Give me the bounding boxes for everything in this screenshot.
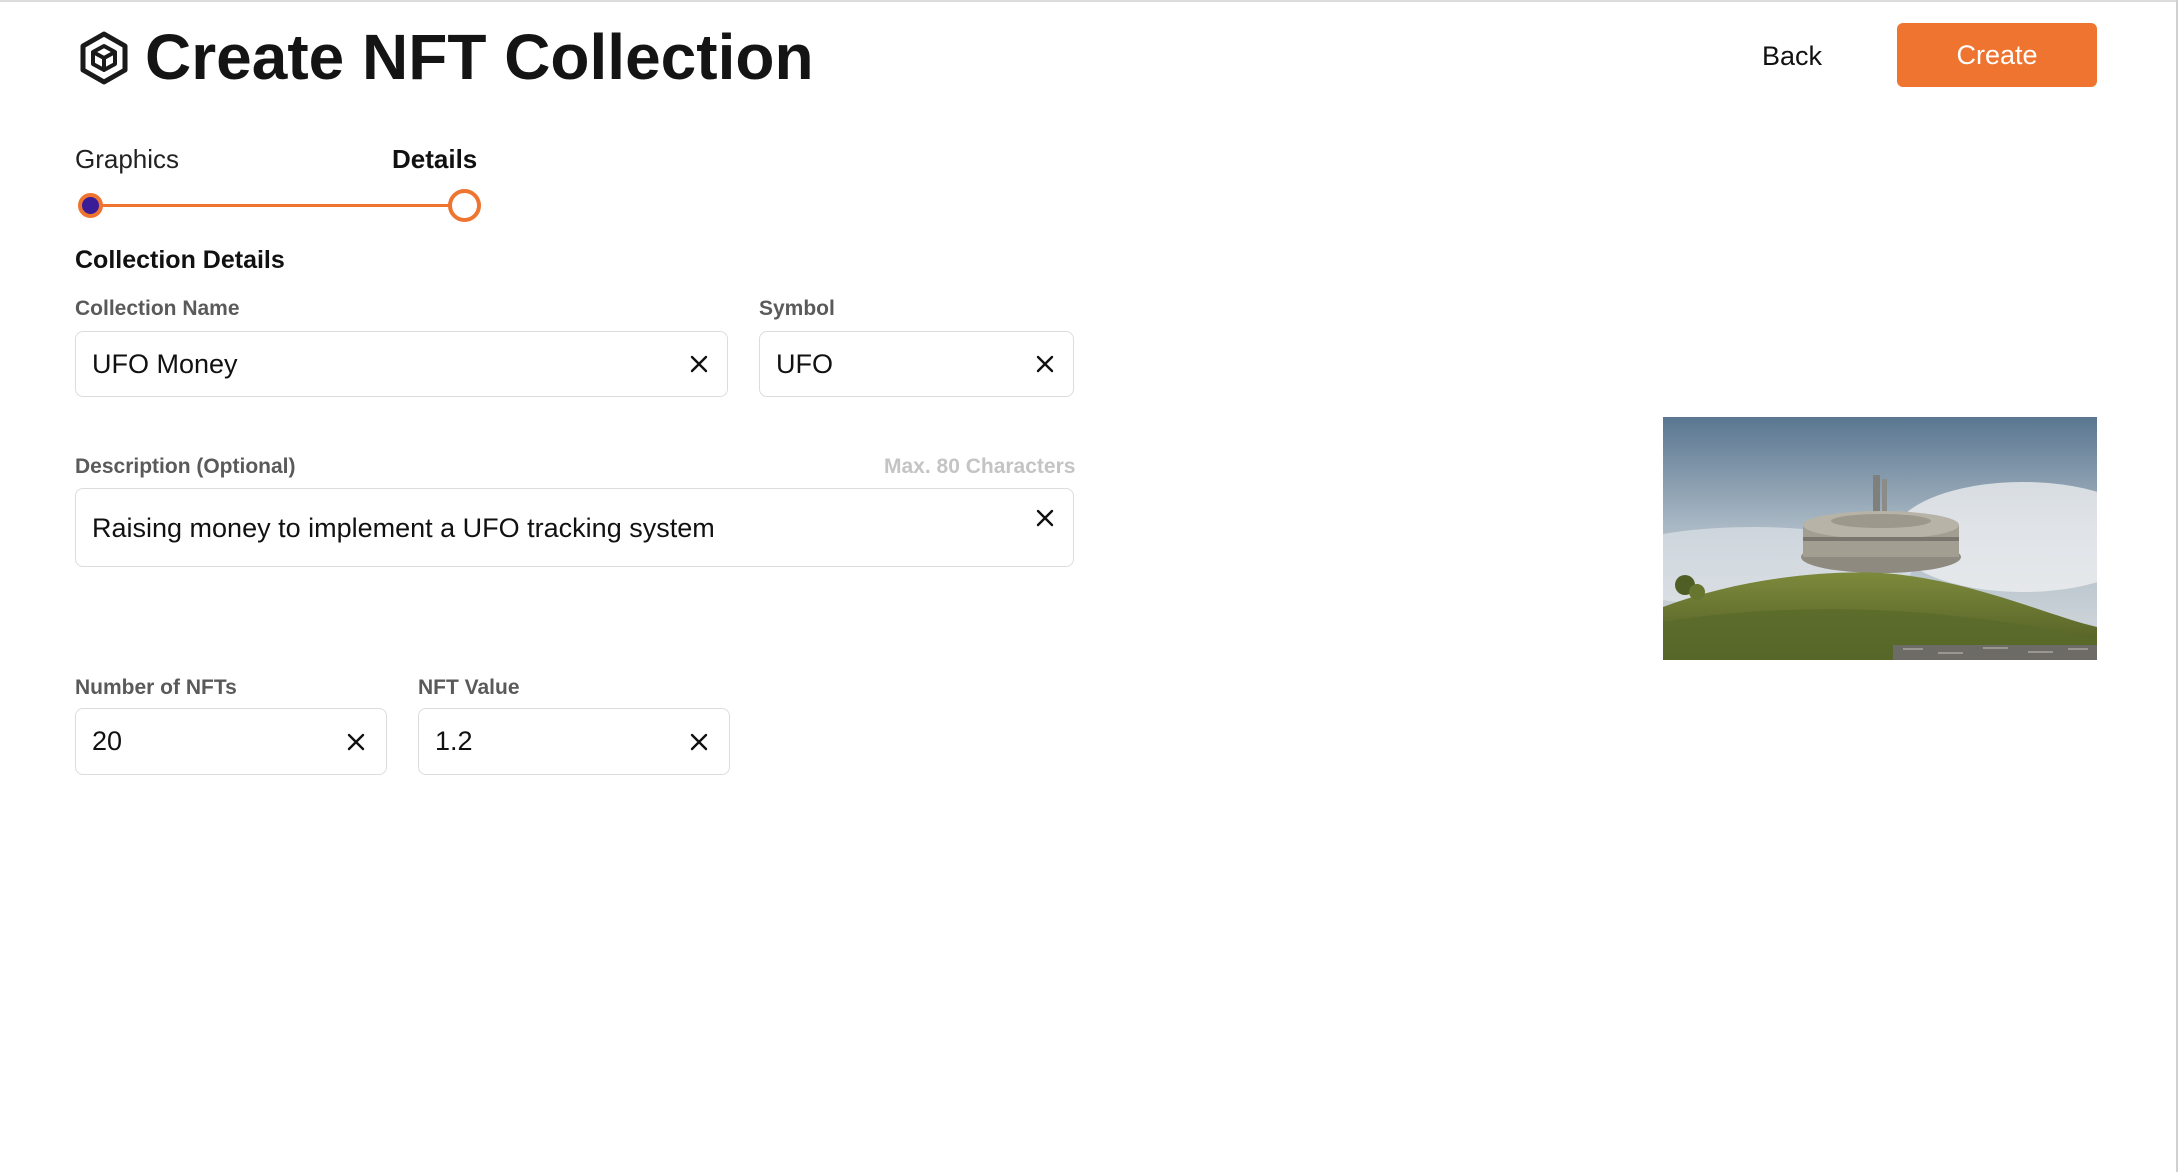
step-label-details[interactable]: Details bbox=[392, 142, 477, 176]
create-button[interactable]: Create bbox=[1897, 23, 2097, 87]
step-label-graphics[interactable]: Graphics bbox=[75, 142, 179, 176]
symbol-input[interactable] bbox=[776, 332, 1026, 396]
nft-value-label: NFT Value bbox=[418, 676, 520, 699]
number-of-nfts-label: Number of NFTs bbox=[75, 676, 237, 699]
close-icon[interactable] bbox=[1031, 350, 1059, 378]
description-input[interactable] bbox=[92, 489, 1012, 567]
collection-name-field bbox=[75, 331, 728, 397]
hexagon-cube-logo-icon bbox=[80, 31, 128, 85]
progress-stepper: Graphics Details bbox=[75, 138, 495, 228]
description-field bbox=[75, 488, 1074, 567]
close-icon[interactable] bbox=[685, 728, 713, 756]
stepper-track bbox=[91, 204, 463, 207]
section-title: Collection Details bbox=[75, 246, 285, 274]
top-divider bbox=[0, 0, 2178, 2]
description-label: Description (Optional) bbox=[75, 455, 296, 478]
back-button[interactable]: Back bbox=[1762, 36, 1822, 76]
collection-name-input[interactable] bbox=[92, 332, 672, 396]
collection-preview-image bbox=[1663, 417, 2097, 660]
close-icon[interactable] bbox=[342, 728, 370, 756]
number-of-nfts-field bbox=[75, 708, 387, 775]
create-nft-collection-page: Create NFT Collection Back Create Graphi… bbox=[0, 0, 2178, 1172]
close-icon[interactable] bbox=[1031, 504, 1059, 532]
nft-value-field bbox=[418, 708, 730, 775]
nft-value-input[interactable] bbox=[435, 709, 675, 774]
symbol-field bbox=[759, 331, 1074, 397]
symbol-label: Symbol bbox=[759, 297, 835, 320]
page-title: Create NFT Collection bbox=[145, 21, 814, 93]
description-char-limit-hint: Max. 80 Characters bbox=[884, 455, 1076, 478]
collection-name-label: Collection Name bbox=[75, 297, 240, 320]
step-dot-graphics-completed[interactable] bbox=[78, 193, 103, 218]
number-of-nfts-input[interactable] bbox=[92, 709, 332, 774]
step-dot-details-current[interactable] bbox=[448, 189, 481, 222]
close-icon[interactable] bbox=[685, 350, 713, 378]
